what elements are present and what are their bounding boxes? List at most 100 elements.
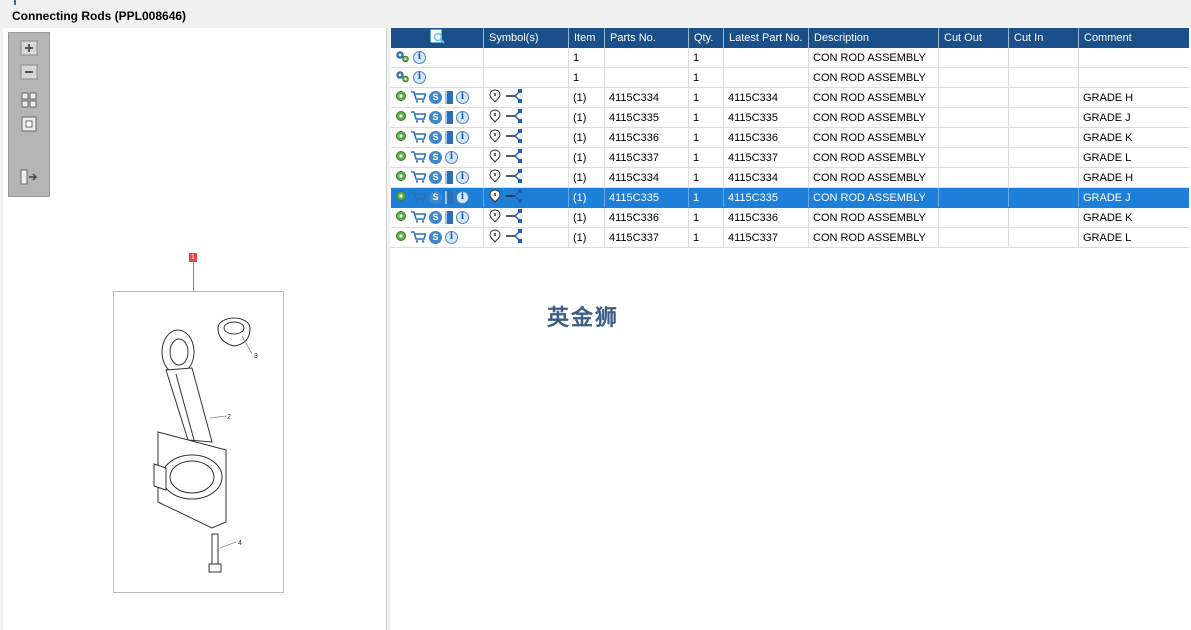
column-header-search[interactable] bbox=[391, 28, 484, 48]
gears-icon[interactable] bbox=[395, 70, 410, 86]
book-icon[interactable] bbox=[445, 91, 453, 104]
supersession-icon[interactable]: S bbox=[429, 111, 442, 124]
connector-icon[interactable] bbox=[505, 109, 523, 126]
cart-icon[interactable] bbox=[410, 230, 427, 246]
gear-icon[interactable] bbox=[395, 90, 407, 105]
table-row[interactable]: Si (1) 4115C337 1 4115C337 CON ROD ASSEMBLY GR… bbox=[391, 147, 1189, 168]
connector-icon[interactable] bbox=[505, 209, 523, 226]
cart-icon[interactable] bbox=[410, 170, 427, 186]
pin-icon[interactable] bbox=[488, 89, 502, 106]
column-header-cut-out[interactable]: Cut Out bbox=[938, 28, 1009, 48]
export-icon[interactable] bbox=[18, 168, 40, 186]
pin-icon[interactable] bbox=[488, 149, 502, 166]
table-row[interactable]: Si (1) 4115C336 1 4115C336 CON ROD ASSEMBLY GR… bbox=[391, 127, 1189, 148]
info-icon[interactable]: i bbox=[456, 131, 469, 144]
cut-in-cell bbox=[1008, 48, 1079, 68]
gear-icon[interactable] bbox=[395, 150, 407, 165]
gears-icon[interactable] bbox=[395, 50, 410, 66]
table-row[interactable]: Si (1) 4115C337 1 4115C337 CON ROD ASSEMBLY GR… bbox=[391, 227, 1189, 248]
pin-icon[interactable] bbox=[488, 229, 502, 246]
cart-icon[interactable] bbox=[410, 130, 427, 146]
info-icon[interactable]: i bbox=[456, 111, 469, 124]
comment-cell bbox=[1078, 48, 1189, 68]
callout-2[interactable]: 2 bbox=[227, 414, 231, 421]
info-icon[interactable]: i bbox=[456, 91, 469, 104]
symbols-cell bbox=[483, 147, 569, 168]
pin-icon[interactable] bbox=[488, 209, 502, 226]
description-cell: CON ROD ASSEMBLY bbox=[808, 207, 939, 228]
supersession-icon[interactable]: S bbox=[429, 191, 442, 204]
row-actions-cell: Si bbox=[391, 227, 484, 248]
fit-all-icon[interactable] bbox=[18, 91, 40, 109]
table-row[interactable]: i 1 1 CON ROD ASSEMBLY bbox=[391, 48, 1189, 68]
gear-icon[interactable] bbox=[395, 130, 407, 145]
connector-icon[interactable] bbox=[505, 169, 523, 186]
cart-icon[interactable] bbox=[410, 190, 427, 206]
cart-icon[interactable] bbox=[410, 150, 427, 166]
callout-3[interactable]: 3 bbox=[254, 353, 258, 360]
gear-icon[interactable] bbox=[395, 230, 407, 245]
table-row[interactable]: Si (1) 4115C336 1 4115C336 CON ROD ASSEMBLY GR… bbox=[391, 207, 1189, 228]
column-header-comment[interactable]: Comment bbox=[1078, 28, 1189, 48]
info-icon[interactable]: i bbox=[413, 71, 426, 84]
gear-icon[interactable] bbox=[395, 110, 407, 125]
description-cell: CON ROD ASSEMBLY bbox=[808, 167, 939, 188]
gear-icon[interactable] bbox=[395, 170, 407, 185]
pin-icon[interactable] bbox=[488, 169, 502, 186]
table-row[interactable]: i 1 1 CON ROD ASSEMBLY bbox=[391, 67, 1189, 88]
supersession-icon[interactable]: S bbox=[429, 91, 442, 104]
supersession-icon[interactable]: S bbox=[429, 211, 442, 224]
book-icon[interactable] bbox=[445, 131, 453, 144]
connector-icon[interactable] bbox=[505, 189, 523, 206]
info-icon[interactable]: i bbox=[445, 151, 458, 164]
table-row[interactable]: Si (1) 4115C335 1 4115C335 CON ROD ASSEMBLY GR… bbox=[391, 187, 1189, 208]
pin-icon[interactable] bbox=[488, 109, 502, 126]
connector-icon[interactable] bbox=[505, 89, 523, 106]
column-header-symbols[interactable]: Symbol(s) bbox=[483, 28, 569, 48]
supersession-icon[interactable]: S bbox=[429, 151, 442, 164]
supersession-icon[interactable]: S bbox=[429, 131, 442, 144]
info-icon[interactable]: i bbox=[456, 171, 469, 184]
cart-icon[interactable] bbox=[410, 110, 427, 126]
book-icon[interactable] bbox=[445, 191, 453, 204]
column-header-item[interactable]: Item bbox=[568, 28, 605, 48]
table-row[interactable]: Si (1) 4115C334 1 4115C334 CON ROD ASSEMBLY GR… bbox=[391, 167, 1189, 188]
info-icon[interactable]: i bbox=[445, 231, 458, 244]
connector-icon[interactable] bbox=[505, 229, 523, 246]
fit-window-icon[interactable] bbox=[18, 115, 40, 133]
info-icon[interactable]: i bbox=[456, 191, 469, 204]
callout-4[interactable]: 4 bbox=[238, 540, 242, 547]
table-row[interactable]: Si (1) 4115C334 1 4115C334 CON ROD ASSEMBLY GR… bbox=[391, 87, 1189, 108]
search-document-icon[interactable] bbox=[429, 29, 445, 44]
column-header-qty[interactable]: Qty. bbox=[688, 28, 724, 48]
info-icon[interactable]: i bbox=[456, 211, 469, 224]
column-header-cut-in[interactable]: Cut In bbox=[1008, 28, 1079, 48]
gear-icon[interactable] bbox=[395, 190, 407, 205]
connector-icon[interactable] bbox=[505, 129, 523, 146]
zoom-out-icon[interactable] bbox=[18, 63, 40, 81]
table-row[interactable]: Si (1) 4115C335 1 4115C335 CON ROD ASSEMBLY GR… bbox=[391, 107, 1189, 128]
supersession-icon[interactable]: S bbox=[429, 231, 442, 244]
pin-icon[interactable] bbox=[488, 189, 502, 206]
book-icon[interactable] bbox=[445, 171, 453, 184]
item-cell: (1) bbox=[568, 107, 605, 128]
column-header-parts-no[interactable]: Parts No. bbox=[604, 28, 689, 48]
callout-leader bbox=[193, 262, 194, 291]
parts-drawing: 3 2 4 bbox=[113, 291, 284, 593]
cart-icon[interactable] bbox=[410, 90, 427, 106]
zoom-in-icon[interactable] bbox=[18, 39, 40, 57]
column-header-latest-part-no[interactable]: Latest Part No. bbox=[723, 28, 809, 48]
book-icon[interactable] bbox=[445, 111, 453, 124]
column-header-description[interactable]: Description bbox=[808, 28, 939, 48]
callout-1[interactable]: 1 bbox=[189, 253, 197, 262]
info-icon[interactable]: i bbox=[413, 51, 426, 64]
supersession-icon[interactable]: S bbox=[429, 171, 442, 184]
comment-cell: GRADE J bbox=[1078, 187, 1189, 208]
book-icon[interactable] bbox=[445, 211, 453, 224]
gear-icon[interactable] bbox=[395, 210, 407, 225]
item-cell: (1) bbox=[568, 87, 605, 108]
symbols-cell bbox=[483, 107, 569, 128]
pin-icon[interactable] bbox=[488, 129, 502, 146]
connector-icon[interactable] bbox=[505, 149, 523, 166]
cart-icon[interactable] bbox=[410, 210, 427, 226]
